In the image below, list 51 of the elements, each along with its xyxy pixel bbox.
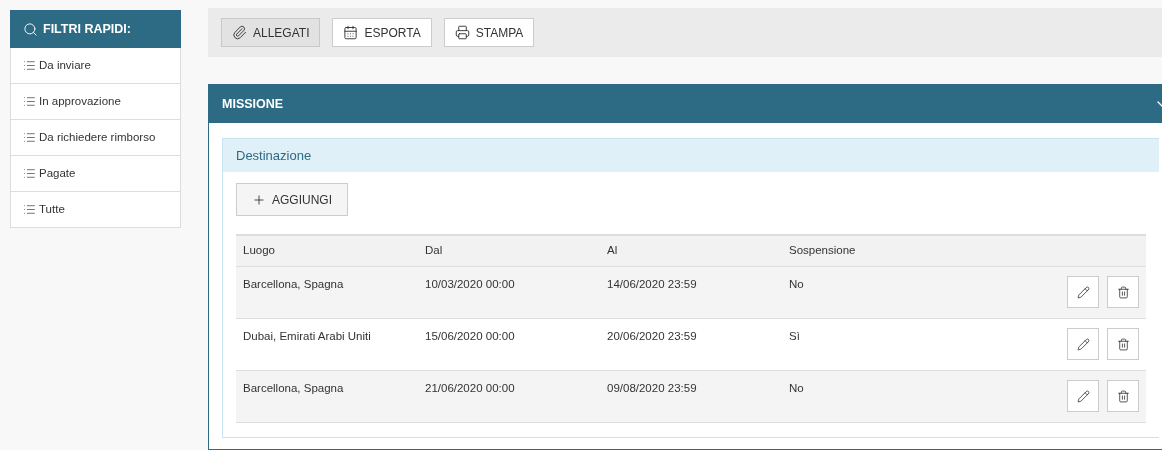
toolbar-button[interactable]: ALLEGATI [221,18,321,47]
sidebar-title: FILTRI RAPIDI: [43,20,131,38]
search-icon [23,21,38,37]
delete-button[interactable] [1107,328,1139,360]
list-icon [23,203,36,216]
calendar-icon [343,25,359,40]
table-cell-text: Sì [789,329,801,344]
table-cell-text: 14/06/2020 23:59 [607,277,698,292]
column-header: Al [607,243,619,259]
toolbar-button[interactable]: STAMPA [443,18,535,47]
table-cell-text: 10/03/2020 00:00 [425,277,516,292]
trash-icon [1116,285,1130,299]
column-header: Luogo [243,243,276,259]
column-header: Dal [425,243,444,259]
table-cell-text: 09/08/2020 23:59 [607,381,698,396]
edit-button[interactable] [1067,328,1099,360]
list-icon [23,167,36,180]
add-button[interactable]: AGGIUNGI [236,183,348,216]
plus-icon [252,192,266,207]
list-icon [23,59,36,72]
pencil-icon [1076,285,1090,299]
sidebar-item[interactable]: Pagate [10,156,181,192]
paperclip-icon [232,25,247,40]
trash-icon [1116,337,1130,351]
edit-button[interactable] [1067,276,1099,308]
sidebar-item[interactable]: In approvazione [10,84,181,120]
table-cell-text: 15/06/2020 00:00 [425,329,516,344]
printer-icon [454,25,470,40]
delete-button[interactable] [1107,380,1139,412]
table-cell-text: No [789,277,805,292]
section-title: Destinazione [236,146,312,165]
trash-icon [1116,389,1130,403]
delete-button[interactable] [1107,276,1139,308]
list-icon [23,131,36,144]
sidebar-item[interactable]: Tutte [10,192,181,228]
panel-header[interactable]: MISSIONE [209,85,1162,123]
toolbar-button[interactable]: ESPORTA [332,18,432,47]
panel-title: MISSIONE [222,95,284,113]
pencil-icon [1076,389,1090,403]
sidebar-item[interactable]: Da inviare [10,48,181,84]
sidebar-item[interactable]: Da richiedere rimborso [10,120,181,156]
table-cell-text: 21/06/2020 00:00 [425,381,516,396]
table-cell-text: Barcellona, Spagna [243,277,345,292]
list-icon [23,95,36,108]
table-cell-text: No [789,381,805,396]
edit-button[interactable] [1067,380,1099,412]
table-cell-text: Dubai, Emirati Arabi Uniti [243,329,372,344]
pencil-icon [1076,337,1090,351]
table-cell-text: Barcellona, Spagna [243,381,345,396]
table-cell-text: 20/06/2020 23:59 [607,329,698,344]
column-header: Sospensione [789,243,857,259]
